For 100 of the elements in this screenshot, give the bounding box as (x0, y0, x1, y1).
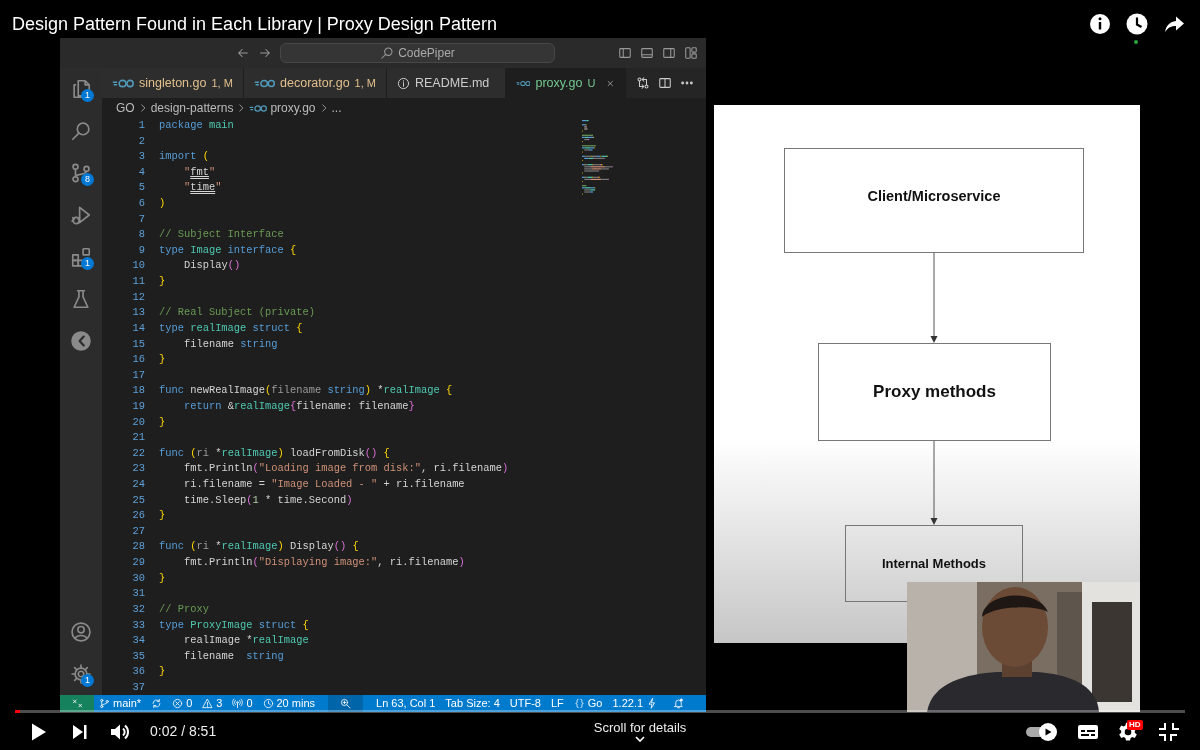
editor-tab[interactable]: proxy.go U (506, 68, 626, 98)
clock-icon (262, 698, 274, 709)
breadcrumb-item[interactable]: GO (116, 99, 135, 117)
debug-icon[interactable] (70, 204, 92, 226)
account-icon[interactable] (70, 621, 92, 643)
status-item[interactable]: 0 (167, 695, 198, 712)
code-line: } (159, 508, 166, 524)
code-line: ) (159, 196, 166, 212)
code-line: func newRealImage(filename string) *realImage { (159, 383, 453, 399)
testing-icon[interactable] (70, 288, 92, 310)
line-number: 1 (137, 118, 145, 133)
code-line: // Real Subject (private) (159, 305, 315, 321)
code-line: import ( (159, 149, 209, 165)
status-item[interactable] (328, 695, 364, 712)
notification-dot (1134, 40, 1138, 44)
code-line: filename string (184, 648, 284, 664)
diagram-node: Proxy methods (818, 343, 1051, 441)
line-number: 35 (131, 648, 145, 664)
line-number: 11 (131, 274, 145, 290)
status-item[interactable]: Go (568, 695, 608, 712)
progress-bar[interactable] (15, 710, 1185, 713)
code-line: func (ri *realImage) Display() { (159, 539, 359, 555)
status-item[interactable]: 0 (227, 695, 258, 712)
braces-icon (573, 698, 585, 709)
autoplay-toggle[interactable] (1024, 721, 1060, 742)
go-file-icon (254, 77, 276, 89)
video-title: Design Pattern Found in Each Library | Proxy Design Pattern (12, 13, 497, 36)
line-number: 27 (131, 523, 145, 539)
line-number: 17 (131, 367, 145, 383)
line-number: 36 (131, 664, 145, 680)
scroll-hint[interactable]: Scroll for details (593, 720, 687, 743)
editor-tab[interactable]: decorator.go 1, M (244, 68, 387, 98)
code-line: type realImage struct { (159, 320, 303, 336)
explorer-icon[interactable] (70, 78, 92, 100)
error-icon (172, 698, 184, 709)
line-number: 16 (131, 352, 145, 368)
status-item[interactable]: 3 (197, 695, 228, 712)
info-icon[interactable] (1088, 12, 1112, 36)
count-badge: 1 (81, 89, 94, 102)
status-item[interactable]: LF (545, 695, 569, 712)
sync-icon[interactable] (151, 698, 163, 709)
line-number: 5 (137, 180, 145, 196)
bolt-icon (646, 698, 658, 709)
editor-tab[interactable]: README.md (387, 68, 506, 98)
line-number: 34 (131, 633, 145, 649)
line-number: 18 (131, 383, 145, 399)
code-line: } (159, 274, 166, 290)
warning-icon (202, 698, 214, 709)
code-line: time.Sleep(1 * time.Second) (184, 492, 353, 508)
antenna-icon (232, 698, 244, 709)
quality-badge: HD (1127, 719, 1143, 730)
status-item[interactable]: main* (94, 695, 147, 712)
line-number: 8 (137, 227, 145, 243)
line-number: 4 (137, 164, 145, 180)
count-badge: 8 (81, 173, 94, 186)
code-line: realImage *realImage (184, 633, 309, 649)
status-item[interactable]: Tab Size: 4 (440, 695, 505, 712)
line-number: 20 (131, 414, 145, 430)
line-number: 10 (131, 258, 145, 274)
status-item[interactable]: 1.22.1 (607, 695, 663, 712)
line-number: 2 (137, 133, 145, 149)
count-badge: 1 (81, 674, 94, 687)
split-editor-icon[interactable] (658, 76, 672, 90)
code-line: } (159, 570, 166, 586)
line-number: 29 (131, 555, 145, 571)
code-line: func (ri *realImage) loadFromDisk() { (159, 445, 390, 461)
line-number: 15 (131, 336, 145, 352)
code-line: filename string (184, 336, 278, 352)
code-line: return &realImage{filename: filename} (184, 398, 415, 414)
timeline-icon[interactable] (70, 330, 92, 352)
command-search-field[interactable]: CodePiper (280, 43, 555, 63)
code-line: // Proxy (159, 601, 209, 617)
layout-grid-icon[interactable] (684, 46, 698, 60)
forward-arrow-icon[interactable] (258, 46, 272, 60)
search-icon[interactable] (70, 120, 92, 142)
status-item[interactable]: Ln 63, Col 1 (371, 695, 441, 712)
clock-icon[interactable] (1125, 12, 1149, 36)
breadcrumb-item[interactable]: proxy.go (270, 99, 316, 117)
breadcrumb-item[interactable]: ... (331, 99, 342, 117)
bell-icon[interactable] (673, 698, 685, 709)
back-arrow-icon[interactable] (236, 46, 250, 60)
sidebar-layout-icon[interactable] (662, 46, 676, 60)
remote-icon (71, 698, 83, 709)
editor-tab[interactable]: singleton.go 1, M (102, 68, 244, 98)
compare-icon[interactable] (636, 76, 650, 90)
code-line: fmt.Println("Loading image from disk:", ri.filename) (184, 461, 509, 477)
extensions-icon[interactable] (70, 246, 92, 268)
code-line: // Subject Interface (159, 227, 284, 243)
status-item[interactable]: UTF-8 (504, 695, 546, 712)
line-number: 3 (137, 149, 145, 165)
breadcrumb-item[interactable]: design-patterns (150, 99, 234, 117)
code-line: Display() (184, 258, 241, 274)
panel-layout-icon[interactable] (640, 46, 654, 60)
line-number: 13 (131, 305, 145, 321)
status-item[interactable]: 20 mins (257, 695, 321, 712)
sidebar-layout-icon[interactable] (618, 46, 632, 60)
source-control-icon[interactable] (70, 162, 92, 184)
line-number: 32 (131, 601, 145, 617)
code-line: "time" (184, 180, 222, 196)
video-time: 0:02 / 8:51 (150, 722, 217, 741)
